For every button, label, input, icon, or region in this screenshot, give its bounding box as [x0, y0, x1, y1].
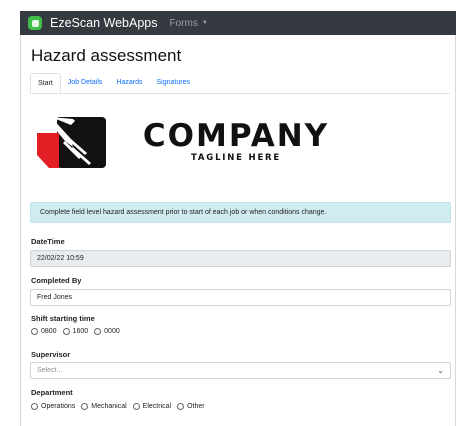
company-logo-text: COMPANY TAGLINE HERE: [131, 120, 341, 163]
department-option-other[interactable]: Other: [177, 403, 205, 410]
logo-tagline: TAGLINE HERE: [190, 153, 282, 163]
shift-option-1600[interactable]: 1600: [62, 328, 88, 335]
company-logo-icon: [37, 117, 106, 168]
department-option-operations[interactable]: Operations: [31, 403, 75, 410]
radio-circle-icon[interactable]: [177, 403, 185, 410]
shift-label: Shift starting time: [31, 314, 95, 323]
supervisor-select[interactable]: Select... ⌄: [30, 362, 451, 379]
completed-by-field[interactable]: Fred Jones: [30, 289, 451, 306]
department-option-mechanical[interactable]: Mechanical: [81, 403, 127, 410]
chevron-down-icon: ⌄: [437, 366, 444, 375]
shift-option-0800[interactable]: 0800: [31, 328, 57, 335]
radio-circle-icon[interactable]: [62, 328, 70, 335]
tab-divider: [30, 93, 450, 94]
brand-name[interactable]: EzeScan WebApps: [50, 16, 157, 30]
supervisor-placeholder: Select...: [37, 367, 63, 374]
top-navbar: EzeScan WebApps Forms ▼: [20, 11, 456, 35]
radio-circle-icon[interactable]: [31, 328, 38, 335]
completed-by-label: Completed By: [31, 276, 82, 285]
radio-circle-icon[interactable]: [94, 328, 102, 335]
radio-circle-icon[interactable]: [31, 403, 38, 410]
chevron-down-icon: ▼: [201, 20, 208, 26]
info-alert: Complete field level hazard assessment p…: [30, 202, 451, 223]
supervisor-label: Supervisor: [31, 350, 71, 359]
tab-hazards[interactable]: Hazards: [109, 73, 149, 93]
tab-job-details[interactable]: Job Details: [61, 73, 110, 93]
department-label: Department: [31, 388, 73, 397]
form-tabs: Start Job Details Hazards Signatures: [30, 73, 197, 93]
datetime-field[interactable]: 22/02/22 10:59: [30, 250, 451, 267]
forms-menu[interactable]: Forms ▼: [169, 18, 207, 29]
department-radio-group: Operations Mechanical Electrical Other: [31, 403, 211, 410]
department-option-electrical[interactable]: Electrical: [132, 403, 171, 410]
forms-menu-label: Forms: [169, 17, 198, 29]
datetime-label: DateTime: [31, 237, 65, 246]
tab-start[interactable]: Start: [30, 73, 61, 93]
logo-company-name: COMPANY: [142, 118, 330, 154]
brand-logo-icon: [28, 16, 42, 30]
tab-signatures[interactable]: Signatures: [150, 73, 197, 93]
page-title: Hazard assessment: [31, 46, 182, 65]
shift-radio-group: 0800 1600 0000: [31, 328, 126, 335]
shift-option-0000[interactable]: 0000: [94, 328, 120, 335]
radio-circle-icon[interactable]: [81, 403, 89, 410]
radio-circle-icon[interactable]: [132, 403, 140, 410]
